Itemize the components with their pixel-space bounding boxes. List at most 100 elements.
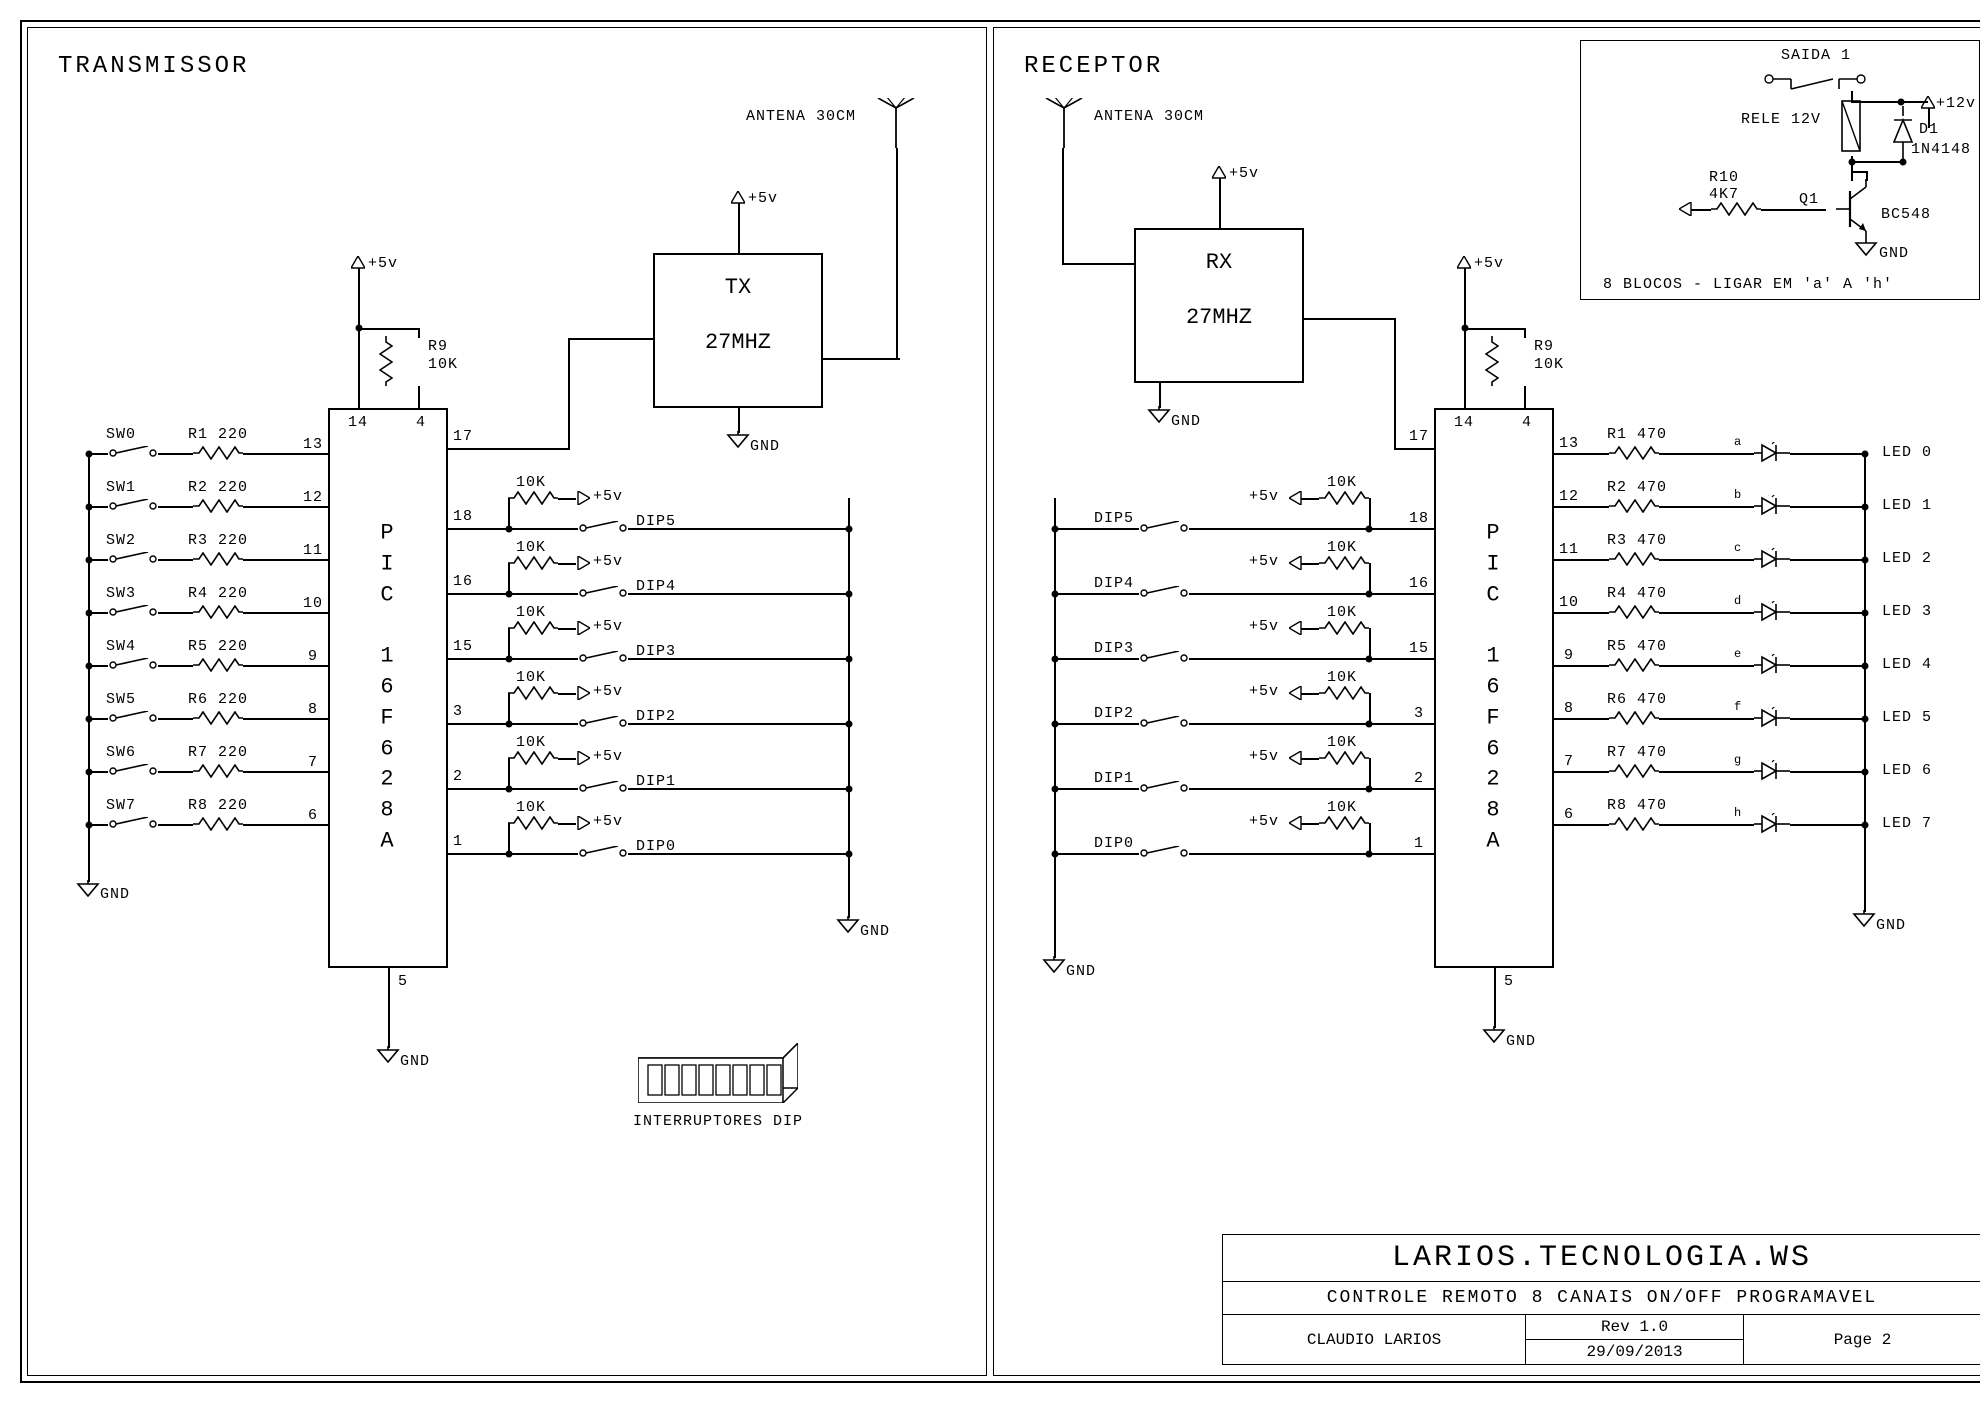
sw6: SW6 [106, 744, 136, 761]
led7-icon [1754, 813, 1790, 835]
gnd-label: GND [860, 923, 890, 940]
r1: R1 220 [188, 426, 248, 443]
pin16: 16 [453, 573, 473, 590]
title-block: LARIOS.TECNOLOGIA.WS CONTROLE REMOTO 8 C… [1222, 1234, 1980, 1365]
rx-module: RX 27MHZ [1134, 228, 1304, 383]
pin1: 1 [1414, 835, 1424, 852]
dip1: DIP1 [1094, 770, 1134, 787]
pin18: 18 [1409, 510, 1429, 527]
arrow-icon [576, 751, 590, 765]
gnd-icon [1854, 239, 1878, 257]
rx-line2: 27MHZ [1136, 305, 1302, 330]
sw3: SW3 [106, 585, 136, 602]
netc: c [1734, 541, 1742, 555]
resistor-r2 [193, 499, 243, 513]
arrow-icon [576, 491, 590, 505]
dipr: 10K [1327, 474, 1357, 491]
arrow-icon [731, 191, 745, 205]
dipv: +5v [593, 553, 623, 570]
dip4-res [508, 556, 558, 570]
v5-label: +5v [368, 255, 398, 272]
sw1: SW1 [106, 479, 136, 496]
v5-label: +5v [748, 190, 778, 207]
resistor-r3 [193, 552, 243, 566]
dipv: +5v [1249, 618, 1279, 635]
receptor-panel: RECEPTOR ANTENA 30CM RX 27MHZ +5v GND P … [993, 27, 1980, 1376]
dip1-res [508, 751, 558, 765]
r9: R9 [1534, 338, 1554, 355]
chip-label: P I C 1 6 F 6 2 8 A [1486, 519, 1501, 858]
tx-module-line1: TX [655, 275, 821, 300]
pin13: 13 [1559, 435, 1579, 452]
led5-icon [1754, 707, 1790, 729]
res-led2 [1609, 552, 1659, 566]
gnd-icon [376, 1046, 400, 1064]
relay-note: 8 BLOCOS - LIGAR EM 'a' A 'h' [1603, 276, 1893, 293]
schematic-page: TRANSMISSOR ANTENA 30CM TX 27MHZ +5v GND… [20, 20, 1980, 1383]
pic-chip-rx: P I C 1 6 F 6 2 8 A [1434, 408, 1554, 968]
tx-module: TX 27MHZ [653, 253, 823, 408]
switch-sw0 [108, 446, 158, 460]
rx-title: RECEPTOR [1024, 53, 1163, 80]
d1: D1 [1919, 121, 1939, 138]
neta: a [1734, 435, 1742, 449]
sw0: SW0 [106, 426, 136, 443]
dip5-res [508, 491, 558, 505]
dipr: 10K [1327, 539, 1357, 556]
resistor-r9 [379, 336, 393, 386]
pin3: 3 [453, 703, 463, 720]
res-led3 [1609, 605, 1659, 619]
gnd-icon [1042, 956, 1066, 974]
dipr: 10K [516, 474, 546, 491]
r10l: R10 [1709, 169, 1739, 186]
r10 [1711, 202, 1761, 216]
res-led4 [1609, 658, 1659, 672]
pin18: 18 [453, 508, 473, 525]
rled6: R7 470 [1607, 744, 1667, 761]
sw5: SW5 [106, 691, 136, 708]
dip0: DIP0 [1094, 835, 1134, 852]
dv: 1N4148 [1911, 141, 1971, 158]
res-led5 [1609, 711, 1659, 725]
pin14: 14 [348, 414, 368, 431]
pic-chip-tx: P I C 1 6 F 6 2 8 A [328, 408, 448, 968]
dipv: +5v [1249, 488, 1279, 505]
dip5-res [1319, 491, 1369, 505]
dip4-res [1319, 556, 1369, 570]
pin8: 8 [308, 701, 318, 718]
dipv: +5v [593, 683, 623, 700]
dip2-res [1319, 686, 1369, 700]
r9v: 10K [1534, 356, 1564, 373]
gnd-label: GND [400, 1053, 430, 1070]
r10v: 4K7 [1709, 186, 1739, 203]
res-led6 [1609, 764, 1659, 778]
gnd: GND [1879, 245, 1909, 262]
tb-author: CLAUDIO LARIOS [1223, 1315, 1526, 1364]
pin3: 3 [1414, 705, 1424, 722]
rled7: R8 470 [1607, 797, 1667, 814]
gnd-icon [1852, 910, 1876, 928]
arrow-icon [576, 621, 590, 635]
tb-rev: Rev 1.0 [1526, 1315, 1743, 1340]
dip4: DIP4 [1094, 575, 1134, 592]
dipr: 10K [516, 539, 546, 556]
dip3-res [1319, 621, 1369, 635]
res-led0 [1609, 446, 1659, 460]
rled2: R3 470 [1607, 532, 1667, 549]
switch-sw5 [108, 711, 158, 725]
led5: LED 5 [1882, 709, 1932, 726]
dipv: +5v [1249, 813, 1279, 830]
dipv: +5v [1249, 748, 1279, 765]
v5: +5v [1229, 165, 1259, 182]
pin6: 6 [308, 807, 318, 824]
pin7: 7 [308, 754, 318, 771]
neth: h [1734, 806, 1742, 820]
gnd-icon [76, 880, 100, 898]
tx-module-line2: 27MHZ [655, 330, 821, 355]
dipr: 10K [1327, 799, 1357, 816]
r4: R4 220 [188, 585, 248, 602]
dip3-sw [1139, 651, 1189, 665]
resistor-r9-rx [1485, 336, 1499, 386]
dipr: 10K [1327, 669, 1357, 686]
dipr: 10K [516, 669, 546, 686]
